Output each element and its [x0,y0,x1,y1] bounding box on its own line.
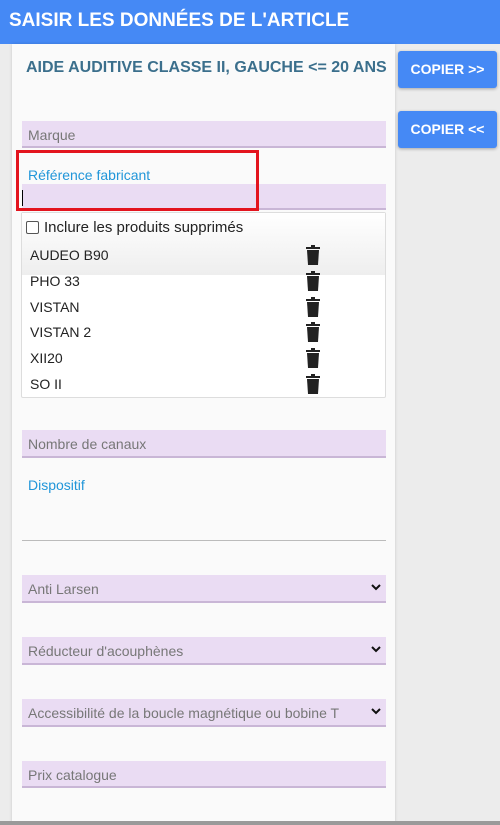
list-item[interactable]: AUDEO B90 [30,247,109,263]
boucle-select[interactable]: Accessibilité de la boucle magnétique ou… [22,699,386,727]
list-item[interactable]: VISTAN [30,299,80,315]
prix-field[interactable]: Prix catalogue [22,761,386,788]
copy-left-button[interactable]: COPIER << [398,111,497,148]
reducteur-label: Réducteur d'acouphènes [28,643,184,659]
trash-icon[interactable] [305,374,321,394]
list-item[interactable]: XII20 [30,350,63,366]
dispositif-label: Dispositif [28,477,85,493]
prix-placeholder: Prix catalogue [28,767,117,783]
trash-icon[interactable] [305,322,321,342]
list-item[interactable]: SO II [30,376,62,392]
trash-icon[interactable] [305,271,321,291]
canaux-placeholder: Nombre de canaux [28,436,147,452]
list-item[interactable]: PHO 33 [30,273,80,289]
chevron-down-icon [371,646,381,653]
include-deleted-label: Inclure les produits supprimés [44,219,244,236]
page-title: SAISIR LES DONNÉES DE L'ARTICLE [9,10,350,31]
reducteur-select[interactable]: Réducteur d'acouphènes [22,637,386,665]
trash-icon[interactable] [305,348,321,368]
trash-icon[interactable] [305,297,321,317]
chevron-down-icon [371,708,381,715]
boucle-label: Accessibilité de la boucle magnétique ou… [28,705,340,721]
anti-larsen-label: Anti Larsen [28,581,99,597]
trash-icon[interactable] [305,245,321,265]
anti-larsen-select[interactable]: Anti Larsen [22,575,386,603]
product-suggestions: Inclure les produits supprimés AUDEO B90… [21,212,386,398]
bottom-scrollbar[interactable] [0,821,500,825]
article-subtitle: AIDE AUDITIVE CLASSE II, GAUCHE <= 20 AN… [26,59,387,76]
marque-field[interactable]: Marque [22,121,386,148]
highlight-box [16,150,259,211]
canaux-field[interactable]: Nombre de canaux [22,430,386,458]
include-deleted-row[interactable]: Inclure les produits supprimés [26,219,243,236]
chevron-down-icon [371,584,381,591]
list-item[interactable]: VISTAN 2 [30,324,91,340]
app-header: SAISIR LES DONNÉES DE L'ARTICLE [0,0,500,44]
copy-right-button[interactable]: COPIER >> [398,51,497,88]
dispositif-input[interactable] [22,540,386,541]
marque-placeholder: Marque [28,127,76,143]
include-deleted-checkbox[interactable] [26,221,39,234]
